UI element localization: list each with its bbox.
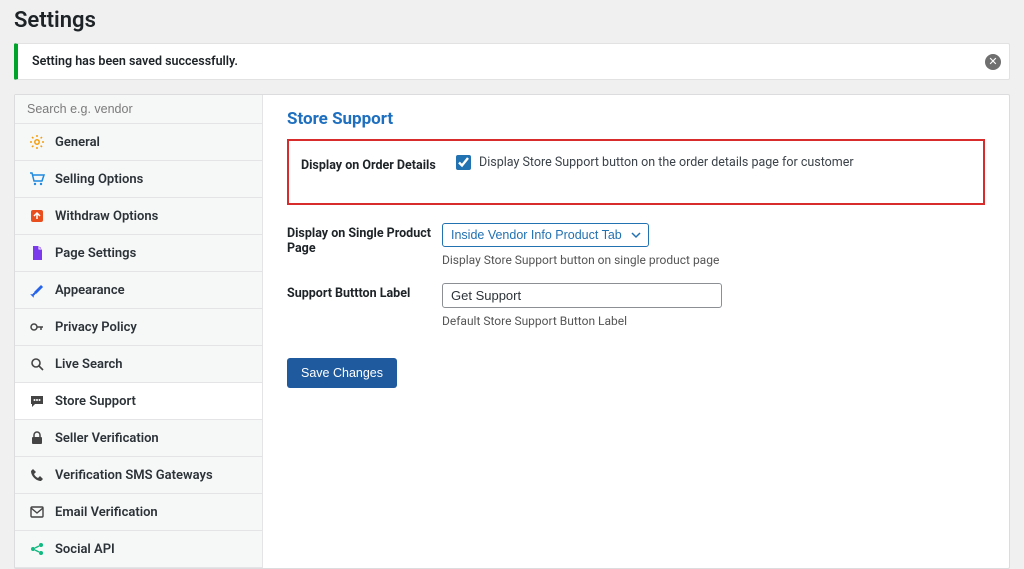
sidebar-item-label: Appearance xyxy=(55,283,125,298)
brush-icon xyxy=(29,282,45,298)
cart-icon xyxy=(29,171,45,187)
sidebar-nav: General Selling Options Withdraw Options Pa… xyxy=(15,124,262,568)
sidebar-item-label: Privacy Policy xyxy=(55,320,137,335)
display-order-checkbox[interactable] xyxy=(456,155,471,170)
display-single-helper: Display Store Support button on single p… xyxy=(442,253,985,267)
sidebar-item-label: Live Search xyxy=(55,357,123,372)
sidebar-item-label: Store Support xyxy=(55,394,136,409)
sidebar-item-label: Social API xyxy=(55,542,115,557)
display-single-select[interactable]: Inside Vendor Info Product Tab xyxy=(442,223,649,247)
sidebar-search xyxy=(15,95,262,124)
close-icon[interactable]: ✕ xyxy=(985,54,1001,70)
chat-icon xyxy=(29,393,45,409)
sidebar-item-label: Withdraw Options xyxy=(55,209,158,224)
notice-message: Setting has been saved successfully. xyxy=(32,54,995,69)
sidebar-item-store-support[interactable]: Store Support xyxy=(15,383,262,420)
sidebar-item-privacy-policy[interactable]: Privacy Policy xyxy=(15,309,262,346)
display-order-checkbox-label[interactable]: Display Store Support button on the orde… xyxy=(479,155,854,170)
highlighted-setting: Display on Order Details Display Store S… xyxy=(287,139,985,205)
sidebar-item-seller-verification[interactable]: Seller Verification xyxy=(15,420,262,457)
mail-icon xyxy=(29,504,45,520)
sidebar-item-label: Verification SMS Gateways xyxy=(55,468,213,483)
success-notice: Setting has been saved successfully. ✕ xyxy=(14,43,1010,80)
page-title: Settings xyxy=(14,8,1010,33)
save-button[interactable]: Save Changes xyxy=(287,358,397,388)
sidebar-item-social-api[interactable]: Social API xyxy=(15,531,262,568)
support-button-label-helper: Default Store Support Button Label xyxy=(442,314,985,328)
key-icon xyxy=(29,319,45,335)
section-title: Store Support xyxy=(287,109,985,129)
sidebar-item-withdraw-options[interactable]: Withdraw Options xyxy=(15,198,262,235)
sidebar-item-general[interactable]: General xyxy=(15,124,262,161)
display-single-label: Display on Single Product Page xyxy=(287,223,442,256)
settings-sidebar: General Selling Options Withdraw Options Pa… xyxy=(15,95,263,568)
support-button-label-label: Support Buttton Label xyxy=(287,283,442,301)
search-input[interactable] xyxy=(27,102,250,116)
sidebar-item-label: Seller Verification xyxy=(55,431,159,446)
gear-icon xyxy=(29,134,45,150)
sidebar-item-verification-sms-gateways[interactable]: Verification SMS Gateways xyxy=(15,457,262,494)
sidebar-item-label: General xyxy=(55,135,100,150)
share-icon xyxy=(29,541,45,557)
lock-icon xyxy=(29,430,45,446)
sidebar-item-appearance[interactable]: Appearance xyxy=(15,272,262,309)
sidebar-item-live-search[interactable]: Live Search xyxy=(15,346,262,383)
sidebar-item-label: Selling Options xyxy=(55,172,143,187)
sidebar-item-page-settings[interactable]: Page Settings xyxy=(15,235,262,272)
sidebar-item-label: Email Verification xyxy=(55,505,158,520)
sidebar-item-selling-options[interactable]: Selling Options xyxy=(15,161,262,198)
search-icon xyxy=(29,356,45,372)
support-button-label-input[interactable] xyxy=(442,283,722,308)
display-order-label: Display on Order Details xyxy=(301,155,456,173)
settings-panel: General Selling Options Withdraw Options Pa… xyxy=(14,94,1010,569)
sidebar-item-label: Page Settings xyxy=(55,246,136,261)
sidebar-item-email-verification[interactable]: Email Verification xyxy=(15,494,262,531)
page-icon xyxy=(29,245,45,261)
arrow-up-icon xyxy=(29,208,45,224)
phone-icon xyxy=(29,467,45,483)
settings-content: Store Support Display on Order Details D… xyxy=(263,95,1009,568)
